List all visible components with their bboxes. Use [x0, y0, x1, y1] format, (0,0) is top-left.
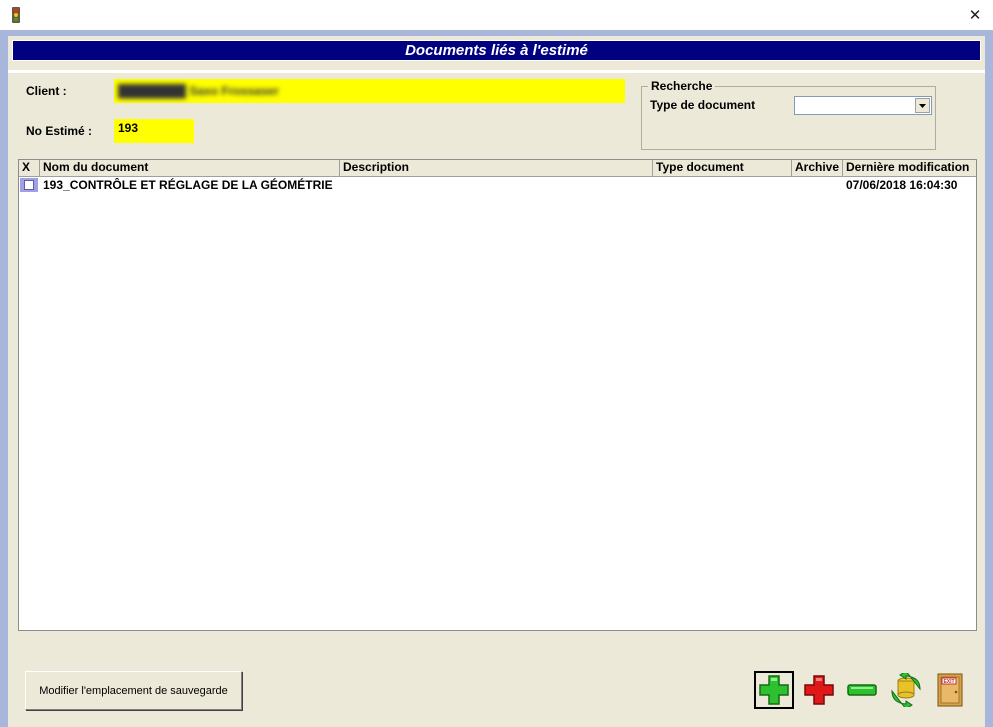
add-red-button[interactable]	[799, 671, 839, 709]
documents-table[interactable]: X Nom du document Description Type docum…	[18, 159, 977, 631]
column-header-archive[interactable]: Archive	[792, 160, 843, 176]
client-value: ████████ Saxo Frossaser	[118, 84, 279, 98]
window-frame: Documents liés à l'estimé Client : █████…	[0, 30, 993, 727]
exit-sign-text: EXIT	[943, 679, 954, 685]
column-header-type[interactable]: Type document	[653, 160, 792, 176]
dialog-client-area: Documents liés à l'estimé Client : █████…	[8, 36, 985, 727]
document-description-cell	[340, 177, 653, 193]
close-window-button[interactable]: ✕	[957, 0, 993, 30]
column-header-description[interactable]: Description	[340, 160, 653, 176]
document-type-label: Type de document	[650, 98, 756, 112]
estimate-label: No Estimé :	[26, 124, 93, 138]
estimate-value: 193	[118, 121, 139, 135]
column-header-select[interactable]: X	[19, 160, 40, 176]
exit-door-icon: EXIT	[937, 673, 963, 707]
green-plus-icon	[759, 675, 789, 705]
document-type-cell	[653, 177, 792, 193]
client-label: Client :	[26, 84, 67, 98]
search-legend: Recherche	[648, 79, 716, 93]
row-select-checkbox[interactable]	[20, 178, 38, 192]
header-banner: Documents liés à l'estimé	[12, 40, 981, 61]
refresh-coins-icon	[891, 673, 921, 707]
chevron-down-icon[interactable]	[915, 98, 930, 113]
search-groupbox: Recherche Type de document	[641, 79, 936, 150]
document-type-select[interactable]	[794, 96, 932, 115]
change-save-location-button[interactable]: Modifier l'emplacement de sauvegarde	[25, 671, 242, 710]
red-plus-icon	[804, 675, 834, 705]
close-icon: ✕	[968, 7, 982, 24]
refresh-button[interactable]	[886, 671, 926, 709]
client-field[interactable]: ████████ Saxo Frossaser	[114, 79, 625, 103]
page-title: Documents liés à l'estimé	[405, 42, 588, 59]
add-document-button[interactable]	[754, 671, 794, 709]
estimate-field[interactable]: 193	[114, 119, 194, 143]
table-header: X Nom du document Description Type docum…	[19, 160, 976, 177]
table-row[interactable]: 193_CONTRÔLE ET RÉGLAGE DE LA GÉOMÉTRIE …	[19, 177, 976, 193]
green-minus-icon	[847, 684, 877, 696]
document-modified-cell: 07/06/2018 16:04:30	[846, 178, 958, 192]
header-divider	[8, 70, 985, 73]
document-archive-cell	[792, 177, 843, 193]
change-save-location-label: Modifier l'emplacement de sauvegarde	[39, 684, 228, 697]
traffic-light-icon	[12, 7, 20, 23]
exit-button[interactable]: EXIT	[930, 671, 970, 709]
column-header-modified[interactable]: Dernière modification	[843, 160, 976, 176]
document-name-cell: 193_CONTRÔLE ET RÉGLAGE DE LA GÉOMÉTRIE	[43, 178, 333, 192]
column-header-name[interactable]: Nom du document	[40, 160, 340, 176]
remove-document-button[interactable]	[842, 671, 882, 709]
title-bar: ✕	[0, 0, 993, 31]
